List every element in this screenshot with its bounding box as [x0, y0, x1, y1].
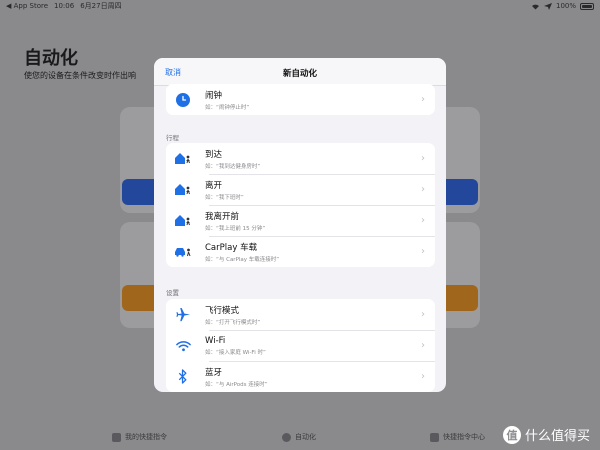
battery-icon — [580, 2, 594, 10]
new-automation-sheet: 取消 新自动化 闹钟 如：“闹钟停止时” › 行程 到达 如：“我到达健身房时” — [154, 58, 446, 392]
travel-group: 到达 如：“我到达健身房时” › 离开 如：“我下班时” › 我离开前 如：“我… — [166, 143, 435, 267]
list-item-wifi[interactable]: Wi-Fi 如：“接入家庭 Wi-Fi 时” › — [166, 330, 435, 361]
leave-home-icon — [174, 181, 192, 199]
settings-group: 飞行模式 如：“打开飞行模式时” › Wi-Fi 如：“接入家庭 Wi-Fi 时… — [166, 299, 435, 392]
arrive-home-icon — [174, 150, 192, 168]
tab-label: 自动化 — [295, 433, 316, 441]
list-item-carplay[interactable]: CarPlay 车载 如：“与 CarPlay 车载连接时” › — [166, 236, 435, 267]
list-item-arrive[interactable]: 到达 如：“我到达健身房时” › — [166, 143, 435, 174]
status-time: 10:06 — [54, 2, 75, 10]
item-hint: 如：“与 AirPods 连接时” — [205, 381, 268, 388]
wifi-icon — [174, 337, 192, 355]
back-to-app-store[interactable]: ◀ App Store — [6, 2, 48, 10]
chevron-right-icon: › — [421, 94, 425, 105]
airplane-icon — [174, 306, 192, 324]
item-hint: 如：“我上班前 15 分钟” — [205, 225, 266, 232]
item-hint: 如：“我下班时” — [205, 194, 244, 201]
item-label: 离开 — [205, 180, 223, 191]
wifi-status-icon — [531, 4, 539, 9]
list-item-leave[interactable]: 离开 如：“我下班时” › — [166, 174, 435, 205]
section-label-travel: 行程 — [166, 134, 179, 142]
carplay-icon — [174, 243, 192, 261]
tab-my-shortcuts[interactable]: 我的快捷指令 — [112, 432, 167, 442]
chevron-right-icon: › — [421, 184, 425, 195]
bluetooth-icon — [174, 368, 192, 386]
status-date: 6月27日周四 — [80, 2, 122, 10]
location-icon — [543, 2, 552, 10]
list-item-alarm[interactable]: 闹钟 如：“闹钟停止时” › — [166, 84, 435, 115]
chevron-right-icon: › — [421, 371, 425, 382]
section-label-settings: 设置 — [166, 289, 179, 297]
watermark-badge: 值 — [502, 425, 521, 444]
item-label: 飞行模式 — [205, 305, 240, 316]
list-item-before-leave[interactable]: 我离开前 如：“我上班前 15 分钟” › — [166, 205, 435, 236]
chevron-right-icon: › — [421, 246, 425, 257]
tab-gallery[interactable]: 快捷指令中心 — [430, 432, 485, 442]
sheet-title: 新自动化 — [282, 69, 317, 79]
alarm-group: 闹钟 如：“闹钟停止时” › — [166, 84, 435, 115]
tab-label: 我的快捷指令 — [125, 433, 167, 441]
chevron-right-icon: › — [421, 215, 425, 226]
before-leave-icon — [174, 212, 192, 230]
list-item-airplane-mode[interactable]: 飞行模式 如：“打开飞行模式时” › — [166, 299, 435, 330]
page-title: 自动化 — [24, 48, 78, 69]
layers-icon — [430, 432, 439, 442]
page-subtitle: 使您的设备在条件改变时作出响 — [24, 71, 136, 80]
chevron-right-icon: › — [421, 153, 425, 164]
watermark: 值 什么值得买 — [502, 425, 590, 444]
list-item-bluetooth[interactable]: 蓝牙 如：“与 AirPods 连接时” › — [166, 361, 435, 392]
sheet-header: 取消 新自动化 — [154, 58, 446, 86]
item-label: 闹钟 — [205, 90, 223, 101]
item-label: 到达 — [205, 149, 223, 160]
item-label: CarPlay 车载 — [205, 242, 258, 253]
tab-label: 快捷指令中心 — [443, 433, 485, 441]
automation-icon — [282, 432, 291, 442]
item-hint: 如：“接入家庭 Wi-Fi 时” — [205, 349, 266, 356]
tab-automation[interactable]: 自动化 — [282, 432, 316, 442]
item-hint: 如：“我到达健身房时” — [205, 163, 261, 170]
clock-icon — [174, 91, 192, 109]
status-bar: ◀ App Store 10:06 6月27日周四 100% — [0, 0, 600, 12]
watermark-text: 什么值得买 — [524, 429, 590, 444]
item-label: Wi-Fi — [205, 335, 226, 346]
item-hint: 如：“打开飞行模式时” — [205, 319, 261, 326]
chevron-right-icon: › — [421, 309, 425, 320]
item-label: 蓝牙 — [205, 367, 223, 378]
item-hint: 如：“闹钟停止时” — [205, 104, 250, 111]
grid-icon — [112, 432, 121, 442]
item-label: 我离开前 — [205, 211, 240, 222]
item-hint: 如：“与 CarPlay 车载连接时” — [205, 256, 280, 263]
chevron-right-icon: › — [421, 340, 425, 351]
battery-percent: 100% — [555, 2, 576, 10]
